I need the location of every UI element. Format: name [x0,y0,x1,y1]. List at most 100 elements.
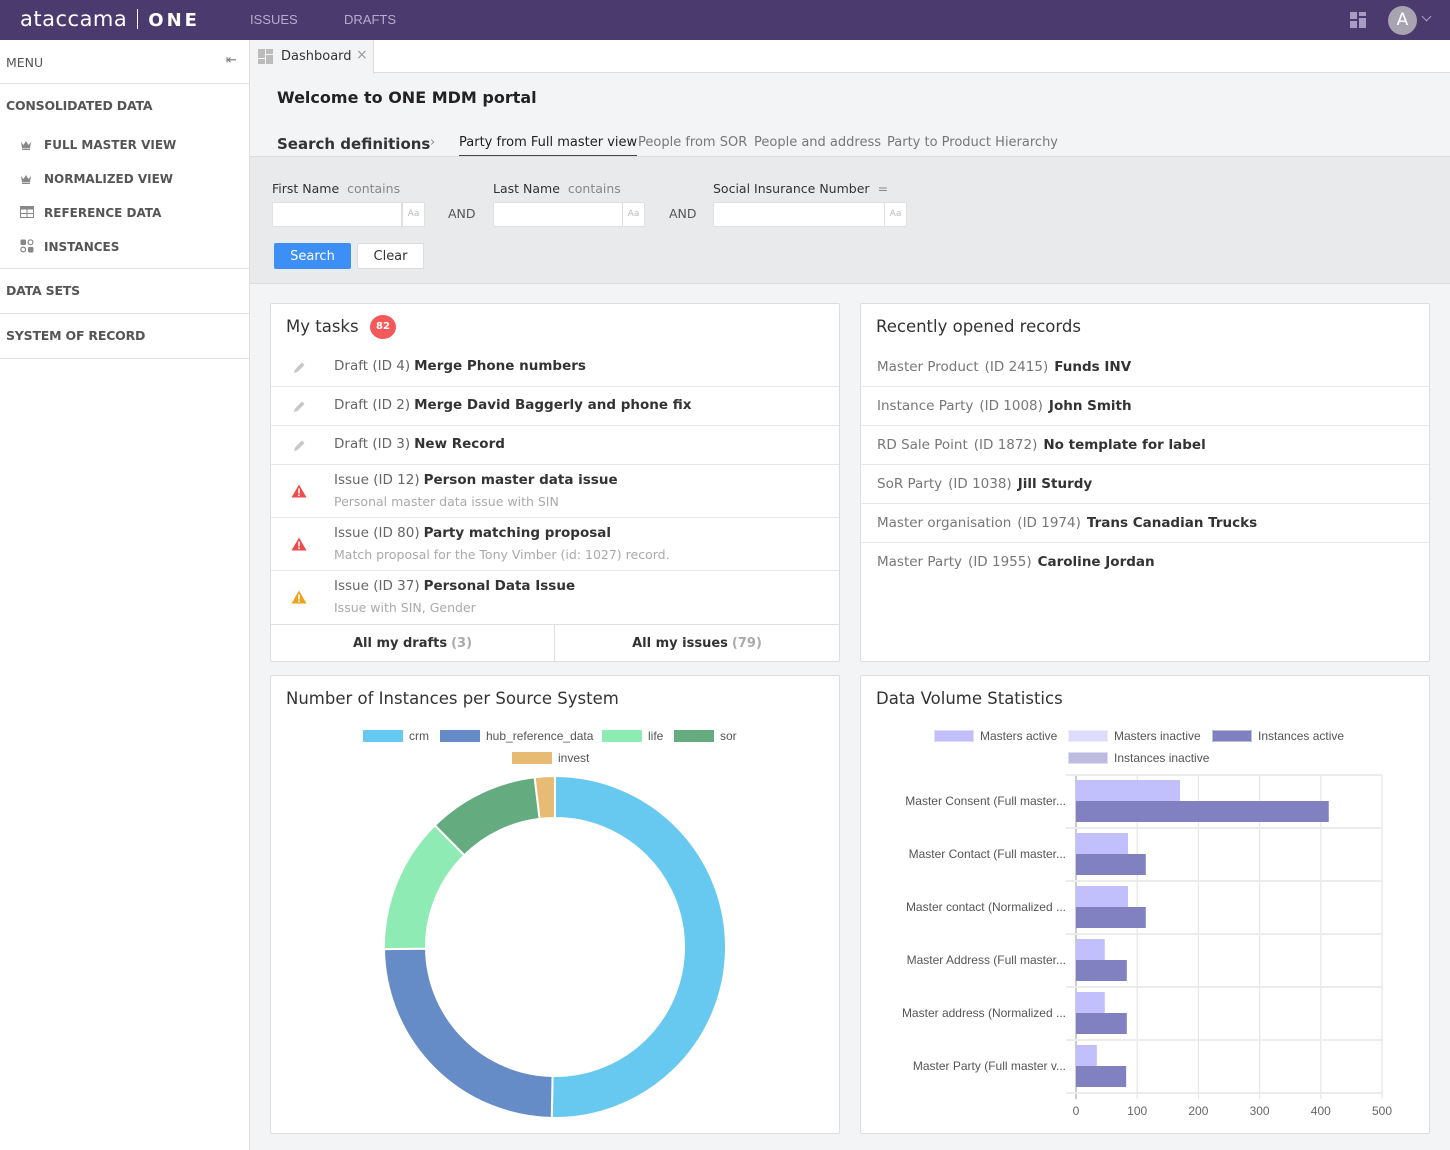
legend-instances-inactive[interactable]: Instances inactive [1068,751,1209,765]
donut-slice-hub-reference-data[interactable] [383,947,554,1119]
bar-masters-active[interactable] [1076,939,1105,960]
sidebar-item-reference-data[interactable]: REFERENCE DATA [0,196,249,230]
sidebar-item-label: NORMALIZED VIEW [44,172,174,186]
first-name-input[interactable] [272,202,402,227]
x-tick-label: 0 [1073,1104,1080,1118]
chart-title: Data Volume Statistics [876,689,1063,708]
legend-sor[interactable]: sor [674,729,737,743]
sidebar-item-label: FULL MASTER VIEW [44,138,177,152]
nav-drafts[interactable]: DRAFTS [344,12,396,27]
search-def-tab-people-and-address[interactable]: People and address [754,135,881,157]
search-def-tab-party-full-master[interactable]: Party from Full master view [459,135,638,157]
sidebar-section-consolidated-data: CONSOLIDATED DATA FULL MASTER VIEW NORMA… [0,84,249,269]
sidebar-section-title[interactable]: DATA SETS [0,269,249,313]
legend-swatch [512,752,552,764]
sidebar-section-data-sets: DATA SETS [0,269,249,314]
user-avatar[interactable]: A [1388,6,1417,35]
task-row[interactable]: Draft (ID 2) Merge David Baggerly and pho… [271,387,839,426]
task-text: Draft (ID 4) Merge Phone numbers [334,358,586,374]
task-row[interactable]: Issue (ID 12) Person master data issue Pe… [271,465,839,518]
dashboard-icon [258,49,273,64]
card-title: My tasks [286,317,359,336]
and-connector: AND [669,206,697,221]
y-category-label: Master Contact (Full master... [909,847,1066,861]
legend-swatch [602,730,642,742]
legend-swatch [934,730,974,742]
nav-issues[interactable]: ISSUES [250,12,298,27]
warning-icon [291,589,307,608]
record-row[interactable]: Master organisation (ID 1974) Trans Canadi… [861,504,1429,543]
last-name-label: Last Name contains [493,181,621,196]
bar-masters-active[interactable] [1076,1045,1097,1066]
bar-instances-active[interactable] [1076,854,1146,875]
sin-label: Social Insurance Number = [713,181,889,196]
task-text: Issue (ID 37) Personal Data Issue [334,578,576,594]
legend-crm[interactable]: crm [363,729,429,743]
case-sensitive-toggle[interactable]: Aa [622,202,645,227]
legend-life[interactable]: life [602,729,663,743]
logo-product: ONE [148,10,200,31]
task-row[interactable]: Draft (ID 4) Merge Phone numbers [271,348,839,387]
legend-swatch [1212,730,1252,742]
bar-instances-active[interactable] [1076,960,1127,981]
last-name-input[interactable] [493,202,623,227]
all-my-drafts-link[interactable]: All my drafts (3) [271,625,555,662]
task-row[interactable]: Issue (ID 80) Party matching proposal Mat… [271,518,839,571]
task-footer: All my drafts (3) All my issues (79) [271,624,839,662]
legend-masters-inactive[interactable]: Masters inactive [1068,729,1201,743]
task-row[interactable]: Draft (ID 3) New Record [271,426,839,465]
search-def-tab-party-to-product[interactable]: Party to Product Hierarchy [887,135,1058,157]
donut-chart [383,774,727,1119]
record-row[interactable]: RD Sale Point (ID 1872) No template for la… [861,426,1429,465]
sidebar-section-title[interactable]: CONSOLIDATED DATA [0,84,249,128]
task-subtitle: Match proposal for the Tony Vimber (id: … [334,547,670,562]
task-text: Draft (ID 3) New Record [334,436,505,452]
legend-hub-reference-data[interactable]: hub_reference_data [440,729,593,743]
sidebar-section-title[interactable]: SYSTEM OF RECORD [0,314,249,358]
search-def-tab-people-from-sor[interactable]: People from SOR [638,135,747,157]
case-sensitive-toggle[interactable]: Aa [402,202,425,227]
legend-swatch [440,730,480,742]
y-category-label: Master Consent (Full master... [905,794,1066,808]
legend-instances-active[interactable]: Instances active [1212,729,1344,743]
sin-input[interactable] [713,202,885,227]
first-name-label: First Name contains [272,181,401,196]
bar-masters-active[interactable] [1076,780,1181,801]
task-row[interactable]: Issue (ID 37) Personal Data Issue Issue w… [271,571,839,624]
record-row[interactable]: Instance Party (ID 1008) John Smith [861,387,1429,426]
sidebar-item-instances[interactable]: INSTANCES [0,230,249,264]
tab-bar: Dashboard × [250,40,1450,74]
clear-button[interactable]: Clear [357,243,424,269]
bar-masters-active[interactable] [1076,992,1105,1013]
bar-instances-active[interactable] [1076,801,1329,822]
x-tick-label: 100 [1127,1104,1147,1118]
bar-instances-active[interactable] [1076,907,1146,928]
search-button[interactable]: Search [274,243,351,269]
chevron-down-icon[interactable] [1421,11,1432,22]
y-category-label: Master Party (Full master v... [913,1059,1066,1073]
close-tab-icon[interactable]: × [356,47,368,63]
menu-header: MENU ⇤ [0,40,249,84]
y-category-label: Master contact (Normalized ... [906,900,1066,914]
all-my-issues-link[interactable]: All my issues (79) [555,625,839,662]
tab-dashboard[interactable]: Dashboard × [250,40,374,74]
bar-masters-active[interactable] [1076,833,1129,854]
record-row[interactable]: Master Party (ID 1955) Caroline Jordan [861,543,1429,582]
search-panel: First Name contains Aa AND Last Name conta… [250,156,1450,284]
record-row[interactable]: Master Product (ID 2415) Funds INV [861,348,1429,387]
y-category-label: Master address (Normalized ... [902,1006,1066,1020]
sidebar-item-normalized-view[interactable]: NORMALIZED VIEW [0,162,249,196]
task-subtitle: Personal master data issue with SIN [334,494,559,509]
app-logo[interactable]: ataccama ONE [20,7,200,31]
donut-slice-crm[interactable] [550,774,727,1119]
apps-grid-icon[interactable] [1350,12,1366,28]
bar-instances-active[interactable] [1076,1013,1127,1034]
collapse-menu-icon[interactable]: ⇤ [226,53,237,68]
bar-masters-active[interactable] [1076,886,1129,907]
sidebar-item-full-master-view[interactable]: FULL MASTER VIEW [0,128,249,162]
legend-masters-active[interactable]: Masters active [934,729,1057,743]
record-row[interactable]: SoR Party (ID 1038) Jill Sturdy [861,465,1429,504]
legend-invest[interactable]: invest [512,751,589,765]
case-sensitive-toggle[interactable]: Aa [884,202,907,227]
bar-instances-active[interactable] [1076,1066,1127,1087]
